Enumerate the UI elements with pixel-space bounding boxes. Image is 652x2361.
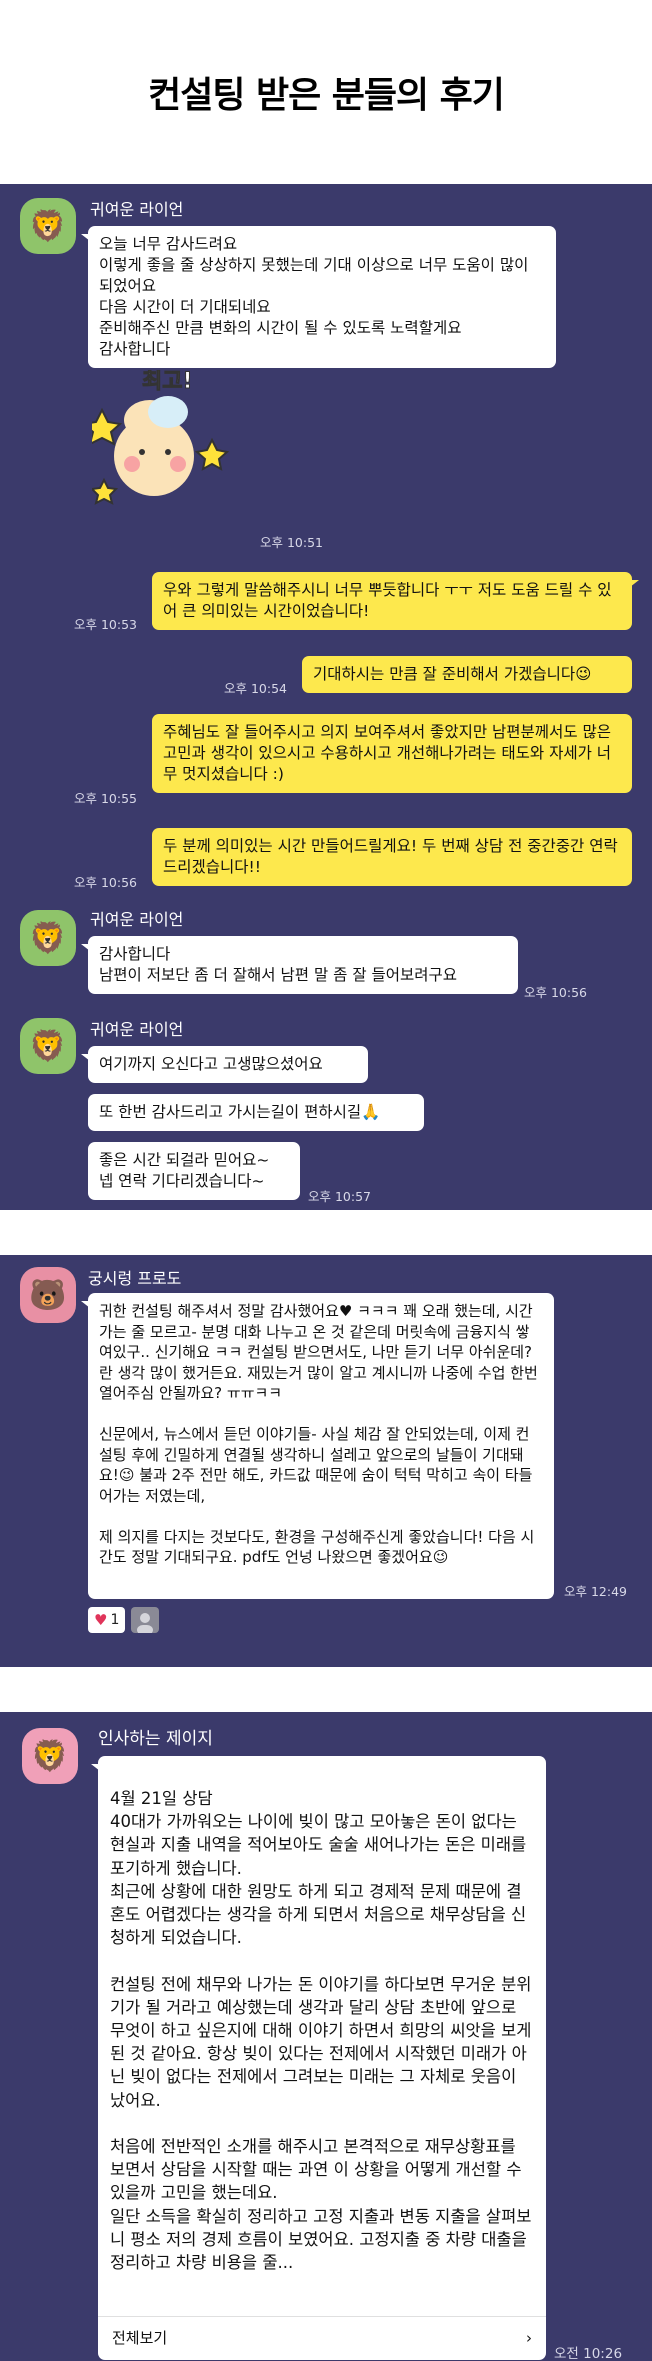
- message-bubble[interactable]: 4월 21일 상담 40대가 가까워오는 나이에 빚이 많고 모아놓은 돈이 없…: [91, 1756, 546, 2360]
- heart-icon: ♥: [94, 1611, 108, 1629]
- message-time: 오후 10:55: [74, 791, 137, 806]
- reply-bubble[interactable]: 우와 그렇게 말씀해주시니 너무 뿌듯합니다 ㅜㅜ 저도 도움 드릴 수 있어 …: [152, 572, 639, 630]
- reactor-avatar[interactable]: [131, 1607, 160, 1633]
- heart-reaction[interactable]: ♥ 1: [88, 1607, 126, 1633]
- reply-bubble[interactable]: 주혜님도 잘 들어주시고 의지 보여주셔서 좋았지만 남편분께서도 많은 고민과…: [152, 714, 632, 793]
- sender-name: 인사하는 제이지: [98, 1729, 213, 1749]
- jayg-icon: 🦁: [31, 1738, 69, 1774]
- message-time: 오후 10:57: [308, 1189, 371, 1204]
- chat-screenshot-1: 🦁 귀여운 라이언 오늘 너무 감사드려요 이렇게 좋을 줄 상상하지 못했는데…: [0, 184, 652, 1210]
- message-time: 오후 10:54: [224, 681, 287, 696]
- avatar[interactable]: 🐻: [20, 1267, 76, 1323]
- message-bubble[interactable]: 오늘 너무 감사드려요 이렇게 좋을 줄 상상하지 못했는데 기대 이상으로 너…: [81, 226, 556, 368]
- sender-name: 귀여운 라이언: [90, 1020, 184, 1039]
- message-time: 오후 10:53: [74, 617, 137, 632]
- sticker-image: 최고!: [92, 370, 230, 505]
- avatar[interactable]: 🦁: [20, 198, 76, 254]
- frodo-icon: 🐻: [29, 1277, 67, 1313]
- avatar[interactable]: 🦁: [22, 1728, 78, 1784]
- chevron-right-icon: ›: [526, 2329, 532, 2347]
- reactions: ♥ 1: [88, 1607, 160, 1633]
- message-time: 오전 10:26: [554, 2346, 623, 2361]
- message-time: 오후 10:56: [74, 875, 137, 890]
- avatar[interactable]: 🦁: [20, 910, 76, 966]
- lion-icon: 🦁: [29, 208, 67, 244]
- sender-name: 궁시렁 프로도: [88, 1269, 182, 1288]
- page-title: 컨설팅 받은 분들의 후기: [148, 75, 505, 116]
- lion-icon: 🦁: [29, 920, 67, 956]
- message-bubble[interactable]: 귀한 컨설팅 해주셔서 정말 감사했어요♥ ㅋㅋㅋ 꽤 오래 했는데, 시간 가…: [81, 1293, 554, 1599]
- message-text: 4월 21일 상담 40대가 가까워오는 나이에 빚이 많고 모아놓은 돈이 없…: [110, 1789, 532, 2273]
- view-more-button[interactable]: 전체보기 ›: [98, 2316, 546, 2360]
- sender-name: 귀여운 라이언: [90, 200, 184, 219]
- message-time: 오후 12:49: [564, 1584, 627, 1599]
- sender-name: 귀여운 라이언: [90, 910, 184, 929]
- avatar[interactable]: 🦁: [20, 1018, 76, 1074]
- message-time: 오후 10:51: [260, 535, 323, 550]
- message-bubble[interactable]: 좋은 시간 되걸라 믿어요~ 넵 연락 기다리겠습니다~: [88, 1142, 300, 1200]
- chat-screenshot-3: 🦁 인사하는 제이지 4월 21일 상담 40대가 가까워오는 나이에 빚이 많…: [0, 1712, 652, 2361]
- reply-bubble[interactable]: 기대하시는 만큼 잘 준비해서 가겠습니다😉: [302, 656, 632, 693]
- reply-bubble[interactable]: 두 분께 의미있는 시간 만들어드릴게요! 두 번째 상담 전 중간중간 연락 …: [152, 828, 632, 886]
- message-bubble[interactable]: 감사합니다 남편이 저보단 좀 더 잘해서 남편 말 좀 잘 들어보려구요: [81, 936, 518, 994]
- message-bubble[interactable]: 또 한번 감사드리고 가시는길이 편하시길🙏: [88, 1094, 424, 1131]
- sticker-text: 최고!: [142, 370, 193, 394]
- lion-icon: 🦁: [29, 1028, 67, 1064]
- chat-screenshot-2: 🐻 궁시렁 프로도 귀한 컨설팅 해주셔서 정말 감사했어요♥ ㅋㅋㅋ 꽤 오래…: [0, 1255, 652, 1667]
- person-icon: [137, 1613, 154, 1633]
- message-time: 오후 10:56: [524, 985, 587, 1000]
- view-more-label: 전체보기: [112, 2329, 168, 2347]
- message-bubble[interactable]: 여기까지 오신다고 고생많으셨어요: [81, 1046, 368, 1083]
- heart-count: 1: [110, 1612, 120, 1628]
